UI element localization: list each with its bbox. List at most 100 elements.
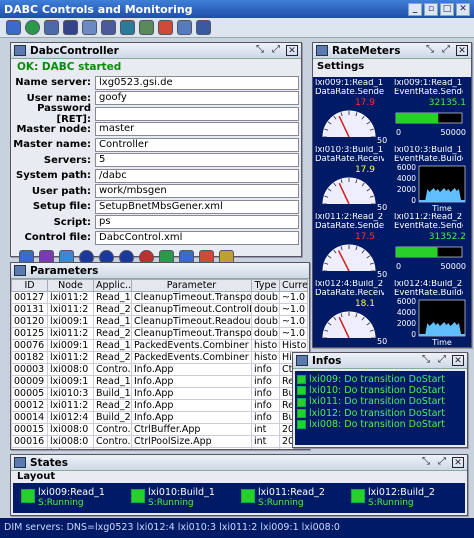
rate-meter[interactable]: lxi012:4:Build_2 EventRate.Builde 6000 4000…: [394, 280, 466, 347]
infos-titlebar: Infos ⤡ ⤢ ✕: [293, 353, 467, 369]
form-row: Name server: lxg0523.gsi.de: [11, 75, 301, 91]
table-row[interactable]: 00182 lxi011:2 Read_2 PackedEvents.Combiner…: [11, 351, 308, 364]
field-input[interactable]: Controller: [95, 137, 299, 152]
table-cell: Build_2: [93, 411, 132, 424]
layout-icon[interactable]: [139, 20, 154, 35]
window-titlebar: DABC Controls and Monitoring _ ▫ □ ✕: [0, 0, 474, 18]
table-cell: lxi010:3: [47, 387, 94, 400]
table-row[interactable]: 00016lxi008:0Contro...CtrlPoolSize.Appin…: [11, 435, 308, 448]
float-icon[interactable]: ⤡: [420, 457, 432, 468]
states-frame: States ⤡ ⤢ ✕ Layout lxi009:Read_1 S:Runni…: [10, 454, 468, 516]
field-input[interactable]: SetupBnetMbsGener.xml: [95, 199, 299, 214]
rate-meter[interactable]: lxi010:3:Build_1 DataRate.Receiv 17.9 50: [315, 146, 387, 216]
field-input[interactable]: work/mbsgen: [95, 184, 299, 199]
maximize-icon[interactable]: □: [440, 2, 454, 16]
table-row[interactable]: 00131 lxi011:2 Read_2 CleanupTimeout.Contro…: [11, 303, 308, 316]
table-cell: Read_2: [93, 399, 132, 412]
float-icon[interactable]: ⤡: [424, 45, 436, 56]
globe-icon[interactable]: [25, 20, 40, 35]
close-icon[interactable]: ✕: [286, 45, 298, 56]
field-input[interactable]: DabcControl.xml: [95, 230, 299, 245]
table-row[interactable]: 00009lxi009:1Read_1Info.AppinfoRead...: [11, 375, 308, 388]
table-row[interactable]: 00017lxi008:0Contro...: [11, 447, 308, 449]
table-row[interactable]: 00014lxi012:4Build_2Info.AppinfoBuild...: [11, 411, 308, 424]
play-icon[interactable]: [82, 20, 97, 35]
chart-icon[interactable]: [101, 20, 116, 35]
close-icon[interactable]: ✕: [452, 457, 464, 468]
meter-node: lxi012:4:Build_2: [315, 280, 384, 289]
expand-icon[interactable]: ⤢: [270, 45, 282, 56]
close-icon[interactable]: ✕: [452, 355, 464, 366]
bar-min-label: 0: [396, 128, 401, 137]
rate-meter[interactable]: lxi009:1:Read_1 DataRate.Sender 17.9 50: [315, 79, 387, 149]
column-header[interactable]: ID: [11, 279, 48, 292]
panel-icon[interactable]: [177, 20, 192, 35]
table-row[interactable]: 00127 lxi011:2 Read_1 CleanupTimeout.Transp…: [11, 291, 308, 304]
controller-icon[interactable]: [6, 20, 21, 35]
table-row[interactable]: 00005lxi010:3Build_1Info.AppinfoBuild...: [11, 387, 308, 400]
field-label: Name server:: [15, 77, 91, 89]
table-cell: lxi008:0: [47, 363, 94, 376]
list-icon[interactable]: [158, 20, 173, 35]
field-input[interactable]: master: [95, 122, 299, 137]
info-text: lxi011: Do transition DoStart: [309, 396, 446, 408]
float-icon[interactable]: ⤡: [420, 355, 432, 366]
rate-meter[interactable]: lxi010:3:Build_1 EventRate.Builde 6000 4000…: [394, 146, 466, 216]
main-toolbar: [0, 18, 474, 38]
rate-meter[interactable]: lxi011:2:Read_2 DataRate.Sender 17.5 50: [315, 213, 387, 283]
state-item[interactable]: lxi009:Read_1 S:Running: [21, 487, 121, 509]
expand-icon[interactable]: ⤢: [440, 45, 452, 56]
close-icon[interactable]: ✕: [456, 45, 468, 56]
close-icon[interactable]: ✕: [456, 2, 470, 16]
table-cell: Read_1: [93, 291, 132, 304]
table-row[interactable]: 00125 lxi011:2 Read_2 CleanupTimeout.Transp…: [11, 327, 308, 340]
table-row[interactable]: 00012lxi011:2Read_2Info.AppinfoRead...: [11, 399, 308, 412]
rate-meter[interactable]: lxi011:2:Read_2 EventRate.Sende 31352.2 0 50…: [394, 213, 466, 283]
column-header[interactable]: Parameter: [131, 279, 252, 292]
meter-icon[interactable]: [63, 20, 78, 35]
restore-icon[interactable]: ▫: [424, 2, 438, 16]
field-input[interactable]: [95, 106, 299, 121]
rate-meter[interactable]: lxi009:1:Read_1 EventRate.Sende 32135.1 0 50…: [394, 79, 466, 149]
table-row[interactable]: 00003lxi008:0Contro...Info.AppinfoCtrl..…: [11, 363, 308, 376]
controller-status: OK: DABC started: [17, 61, 122, 73]
field-input[interactable]: 5: [95, 153, 299, 168]
field-label: Master node:: [16, 123, 91, 135]
table-cell: Build_1: [93, 387, 132, 400]
meter-node: lxi011:2:Read_2: [394, 213, 463, 222]
state-item[interactable]: lxi010:Build_1 S:Running: [131, 487, 231, 509]
meter-parameter: EventRate.Builde: [394, 289, 463, 298]
monitor-icon[interactable]: [44, 20, 59, 35]
field-input[interactable]: ps: [95, 215, 299, 230]
expand-icon[interactable]: ⤢: [436, 457, 448, 468]
table-cell: 00017: [11, 447, 48, 449]
histo-xlabel: Time: [431, 338, 452, 346]
form-row: Setup file: SetupBnetMbsGener.xml: [11, 199, 301, 215]
histo-tick: 0: [411, 330, 416, 339]
column-header[interactable]: Node: [47, 279, 94, 292]
parameters-frame-icon: [14, 265, 26, 276]
field-input[interactable]: goofy: [95, 91, 299, 106]
column-header[interactable]: Current: [279, 279, 308, 292]
status-square-icon: [297, 375, 306, 385]
parameters-table: IDNodeApplic...ParameterTypeCurrent 0012…: [11, 279, 308, 449]
table-row[interactable]: 00015lxi008:0Contro...CtrlBuffer.Appint2…: [11, 423, 308, 436]
float-icon[interactable]: ⤡: [254, 45, 266, 56]
state-item[interactable]: lxi011:Read_2 S:Running: [241, 487, 341, 509]
rate-meter[interactable]: lxi012:4:Build_2 DataRate.Receiv 18.1 50: [315, 280, 387, 347]
table-row[interactable]: 00120 lxi009:1 Read_1 CleanupTimeout.Readou…: [11, 315, 308, 328]
field-input[interactable]: /dabc: [95, 168, 299, 183]
state-item[interactable]: lxi012:Build_2 S:Running: [351, 487, 451, 509]
expand-icon[interactable]: ⤢: [436, 355, 448, 366]
column-header[interactable]: Applic...: [93, 279, 132, 292]
minimize-icon[interactable]: _: [408, 2, 422, 16]
window-icon[interactable]: [196, 20, 211, 35]
table-row[interactable]: 00076 lxi009:1 Read_1 PackedEvents.Combiner…: [11, 339, 308, 352]
histogram-icon[interactable]: [120, 20, 135, 35]
field-input[interactable]: lxg0523.gsi.de: [95, 75, 299, 90]
column-header[interactable]: Type: [251, 279, 280, 292]
table-cell: Read_2: [93, 327, 132, 340]
status-square-icon: [297, 408, 306, 418]
meter-graphic: 18.1 50: [322, 299, 387, 346]
table-cell: 00131: [11, 303, 48, 316]
